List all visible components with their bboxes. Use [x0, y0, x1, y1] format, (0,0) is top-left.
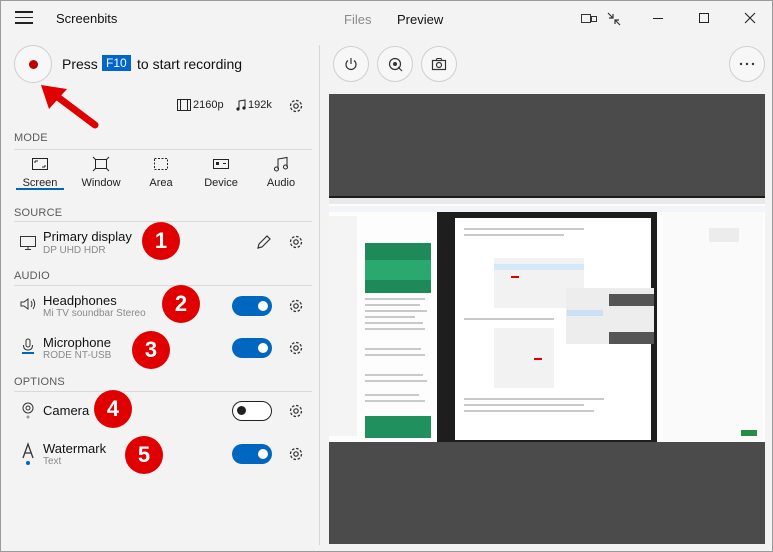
headphones-subtitle: Mi TV soundbar Stereo — [43, 308, 146, 319]
video-quality-label: 2160p — [193, 99, 224, 111]
watermark-settings-gear-icon[interactable] — [287, 445, 305, 463]
screenshot-button[interactable] — [421, 46, 457, 82]
source-title[interactable]: Primary display — [43, 229, 132, 244]
microphone-settings-gear-icon[interactable] — [287, 339, 305, 357]
annotation-badge-4: 4 — [94, 390, 132, 428]
annotation-badge-2: 2 — [162, 285, 200, 323]
mode-device-label: Device — [204, 177, 238, 189]
close-button[interactable] — [727, 1, 773, 35]
preview-thumbnail-image — [329, 198, 765, 442]
camera-toggle[interactable] — [232, 401, 272, 421]
more-options-button[interactable] — [729, 46, 765, 82]
watermark-icon — [22, 442, 34, 465]
video-quality[interactable]: 2160p — [177, 99, 224, 111]
tab-preview[interactable]: Preview — [397, 12, 443, 27]
power-icon — [345, 58, 357, 71]
mode-screen[interactable]: Screen — [15, 155, 65, 189]
mode-selected-indicator — [16, 188, 64, 190]
film-icon — [177, 99, 191, 111]
panel-divider — [319, 45, 320, 545]
region-button[interactable] — [377, 46, 413, 82]
recording-hint: to start recording — [137, 56, 243, 72]
window-icon — [92, 156, 110, 172]
power-button[interactable] — [333, 46, 369, 82]
tab-files[interactable]: Files — [344, 12, 371, 27]
watermark-subtitle: Text — [43, 456, 62, 467]
screen-icon — [32, 158, 48, 170]
section-options: OPTIONS — [14, 376, 65, 388]
app-window: Screenbits Files Preview Press F10 to st… — [0, 0, 773, 552]
title-bar: Screenbits Files Preview — [1, 1, 772, 37]
music-note-icon — [236, 99, 246, 111]
section-audio: AUDIO — [14, 270, 50, 282]
annotation-arrow-icon — [41, 85, 99, 129]
microphone-title: Microphone — [43, 335, 111, 350]
mode-window[interactable]: Window — [76, 155, 126, 189]
area-icon — [154, 158, 168, 170]
settings-gear-icon[interactable] — [287, 97, 305, 115]
camera-title: Camera — [43, 403, 90, 418]
audio-quality-label: 192k — [248, 99, 272, 111]
separator — [14, 391, 312, 392]
target-icon — [388, 57, 403, 72]
mode-area-label: Area — [149, 177, 173, 189]
speaker-icon — [20, 298, 36, 310]
minimize-button[interactable] — [635, 1, 681, 35]
camera-settings-gear-icon[interactable] — [287, 402, 305, 420]
edit-pencil-icon[interactable] — [255, 233, 273, 251]
watermark-title: Watermark — [43, 441, 107, 456]
display-switch-icon[interactable] — [579, 9, 599, 29]
mode-area[interactable]: Area — [136, 155, 186, 189]
collapse-icon[interactable] — [604, 9, 624, 29]
maximize-button[interactable] — [681, 1, 727, 35]
settings-panel: Press F10 to start recording 2160p 192k … — [1, 37, 319, 551]
mode-window-label: Window — [81, 177, 121, 189]
annotation-badge-3: 3 — [132, 331, 170, 369]
mode-audio-label: Audio — [266, 177, 296, 189]
app-title: Screenbits — [56, 11, 118, 26]
separator — [14, 285, 312, 286]
camera-icon — [22, 402, 34, 419]
microphone-icon — [22, 338, 34, 354]
mode-audio[interactable]: Audio — [256, 155, 306, 189]
section-source: SOURCE — [14, 207, 63, 219]
microphone-toggle[interactable] — [232, 338, 272, 358]
device-icon — [213, 159, 229, 169]
preview-screenshot — [329, 196, 765, 442]
microphone-subtitle: RODE NT-USB — [43, 350, 112, 361]
headphones-title: Headphones — [43, 293, 117, 308]
more-icon — [739, 62, 755, 66]
hamburger-menu-icon[interactable] — [15, 11, 33, 25]
annotation-badge-5: 5 — [125, 436, 163, 474]
separator — [14, 149, 312, 150]
section-mode: MODE — [14, 132, 48, 144]
monitor-icon — [20, 236, 36, 250]
watermark-toggle[interactable] — [232, 444, 272, 464]
music-note-icon — [274, 156, 288, 172]
audio-quality[interactable]: 192k — [236, 99, 272, 111]
headphones-settings-gear-icon[interactable] — [287, 297, 305, 315]
annotation-badge-1: 1 — [142, 222, 180, 260]
source-settings-gear-icon[interactable] — [287, 233, 305, 251]
mode-device[interactable]: Device — [196, 155, 246, 189]
source-subtitle: DP UHD HDR — [43, 245, 106, 256]
headphones-toggle[interactable] — [232, 296, 272, 316]
camera-icon — [431, 58, 447, 71]
hotkey-badge: F10 — [102, 55, 131, 71]
record-button[interactable] — [14, 45, 52, 83]
press-label: Press — [62, 56, 98, 72]
